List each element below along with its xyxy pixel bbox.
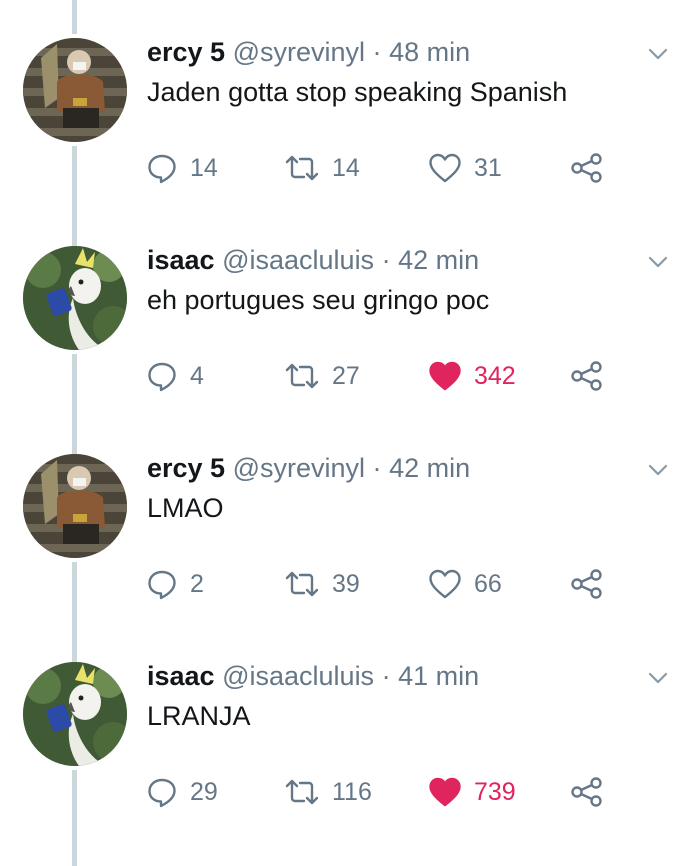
person-on-stairs-image: [23, 454, 127, 558]
tweet-header: isaac @isaacluluis · 41 min: [147, 660, 479, 692]
timestamp[interactable]: 41 min: [398, 661, 479, 691]
user-handle[interactable]: @isaacluluis: [222, 661, 374, 691]
like-button[interactable]: 31: [428, 150, 502, 186]
reply-icon: [148, 778, 176, 808]
like-button[interactable]: 739: [428, 774, 516, 810]
chevron-down-icon[interactable]: [646, 250, 670, 274]
tweet-header: ercy 5 @syrevinyl · 48 min: [147, 36, 470, 68]
heart-icon: [429, 569, 461, 599]
retweet-icon: [285, 779, 319, 805]
tweet-text: LMAO: [147, 493, 224, 523]
separator: ·: [381, 661, 391, 691]
tweet-text: eh portugues seu gringo poc: [147, 285, 490, 315]
tweet-header: isaac @isaacluluis · 42 min: [147, 244, 479, 276]
cockatoo-image: [23, 246, 127, 350]
chevron-down-icon[interactable]: [646, 458, 670, 482]
reply-count: 29: [190, 777, 218, 806]
reply-button[interactable]: 29: [146, 774, 218, 810]
separator: ·: [372, 37, 382, 67]
retweet-button[interactable]: 116: [284, 774, 372, 810]
like-button[interactable]: 66: [428, 566, 502, 602]
timestamp[interactable]: 48 min: [389, 37, 470, 67]
share-button[interactable]: [570, 566, 604, 602]
action-bar: 2 39 66: [0, 566, 690, 602]
heart-icon: [429, 153, 461, 183]
tweet[interactable]: ercy 5 @syrevinyl · 48 min Jaden gotta s…: [0, 0, 690, 208]
like-count: 739: [474, 777, 516, 806]
retweet-count: 27: [332, 361, 360, 390]
retweet-button[interactable]: 14: [284, 150, 360, 186]
separator: ·: [381, 245, 391, 275]
display-name[interactable]: ercy 5: [147, 453, 225, 483]
person-on-stairs-image: [23, 38, 127, 142]
share-icon: [571, 153, 602, 183]
tweet-text: Jaden gotta stop speaking Spanish: [147, 77, 568, 107]
share-icon: [571, 361, 602, 391]
display-name[interactable]: isaac: [147, 661, 215, 691]
reply-count: 4: [190, 361, 204, 390]
tweet[interactable]: ercy 5 @syrevinyl · 42 min LMAO 2 39 66: [0, 416, 690, 624]
reply-icon: [148, 362, 176, 392]
timestamp[interactable]: 42 min: [398, 245, 479, 275]
retweet-count: 116: [332, 777, 372, 806]
tweet-header: ercy 5 @syrevinyl · 42 min: [147, 452, 470, 484]
reply-button[interactable]: 4: [146, 358, 204, 394]
retweet-icon: [285, 363, 319, 389]
tweet[interactable]: isaac @isaacluluis · 41 min LRANJA 29 11…: [0, 624, 690, 832]
user-handle[interactable]: @isaacluluis: [222, 245, 374, 275]
retweet-count: 39: [332, 569, 360, 598]
retweet-button[interactable]: 27: [284, 358, 360, 394]
share-button[interactable]: [570, 150, 604, 186]
reply-icon: [148, 154, 176, 184]
avatar[interactable]: [23, 246, 127, 350]
avatar[interactable]: [23, 662, 127, 766]
tweet[interactable]: isaac @isaacluluis · 42 min eh portugues…: [0, 208, 690, 416]
share-button[interactable]: [570, 358, 604, 394]
user-handle[interactable]: @syrevinyl: [233, 37, 365, 67]
timestamp[interactable]: 42 min: [389, 453, 470, 483]
cockatoo-image: [23, 662, 127, 766]
avatar[interactable]: [23, 454, 127, 558]
share-icon: [571, 777, 602, 807]
action-bar: 14 14 31: [0, 150, 690, 186]
like-button[interactable]: 342: [428, 358, 516, 394]
heart-icon: [429, 361, 461, 391]
chevron-down-icon[interactable]: [646, 666, 670, 690]
tweet-text: LRANJA: [147, 701, 251, 731]
like-count: 66: [474, 569, 502, 598]
share-icon: [571, 569, 602, 599]
display-name[interactable]: isaac: [147, 245, 215, 275]
like-count: 31: [474, 153, 502, 182]
retweet-icon: [285, 571, 319, 597]
retweet-icon: [285, 155, 319, 181]
reply-button[interactable]: 14: [146, 150, 218, 186]
heart-icon: [429, 777, 461, 807]
like-count: 342: [474, 361, 516, 390]
reply-button[interactable]: 2: [146, 566, 204, 602]
separator: ·: [372, 453, 382, 483]
share-button[interactable]: [570, 774, 604, 810]
reply-count: 2: [190, 569, 204, 598]
reply-count: 14: [190, 153, 218, 182]
reply-icon: [148, 570, 176, 600]
display-name[interactable]: ercy 5: [147, 37, 225, 67]
avatar[interactable]: [23, 38, 127, 142]
action-bar: 29 116 739: [0, 774, 690, 810]
retweet-count: 14: [332, 153, 360, 182]
action-bar: 4 27 342: [0, 358, 690, 394]
chevron-down-icon[interactable]: [646, 42, 670, 66]
retweet-button[interactable]: 39: [284, 566, 360, 602]
user-handle[interactable]: @syrevinyl: [233, 453, 365, 483]
